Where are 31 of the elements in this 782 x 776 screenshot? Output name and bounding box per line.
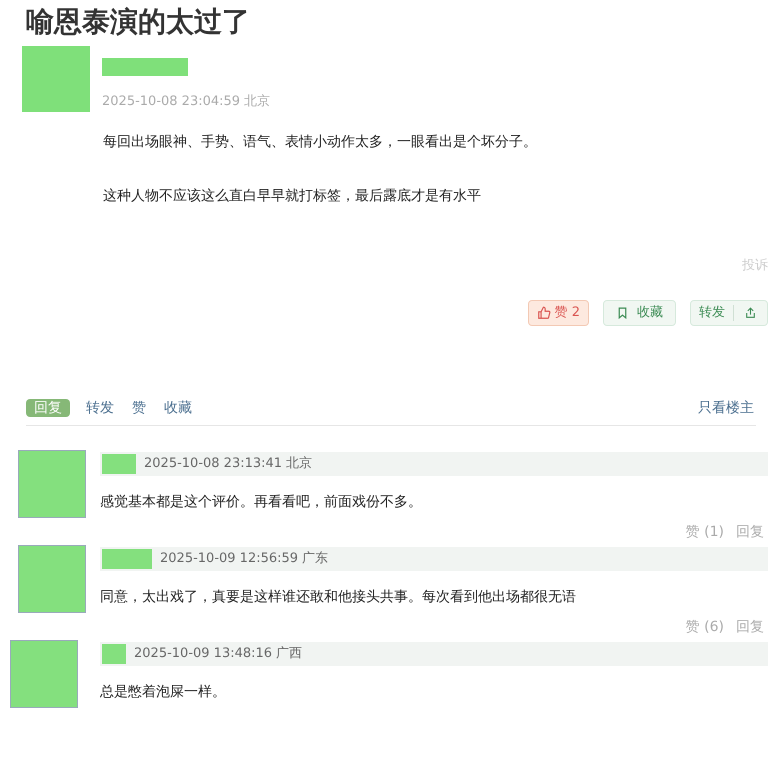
reply-meta: 2025-10-08 23:13:41 北京 xyxy=(144,454,312,473)
reply-meta: 2025-10-09 13:48:16 广西 xyxy=(134,644,302,663)
reply-meta: 2025-10-09 12:56:59 广东 xyxy=(160,550,328,568)
reply-link[interactable]: 回复 xyxy=(736,616,764,638)
tab[interactable]: 收藏 xyxy=(162,399,194,417)
avatar xyxy=(18,544,86,612)
like-button[interactable]: 赞 2 xyxy=(528,300,589,326)
post-meta: 2025-10-08 23:04:59 北京 xyxy=(102,93,270,111)
reply-text: 感觉基本都是这个评价。再看看吧，前面戏份不多。 xyxy=(100,492,423,512)
thumbs-up-icon xyxy=(536,306,551,320)
bookmark-icon xyxy=(616,306,629,320)
only-op-link[interactable]: 只看楼主 xyxy=(698,398,754,418)
post-paragraph: 每回出场眼神、手势、语气、表情小动作太多，一眼看出是个坏分子。 xyxy=(103,133,538,152)
reply-link[interactable]: 回复 xyxy=(736,522,764,542)
avatar xyxy=(18,450,86,518)
username xyxy=(102,644,126,664)
tab[interactable]: 转发 xyxy=(84,399,116,417)
like-link[interactable]: 赞 (1) xyxy=(686,522,724,542)
forward-button[interactable]: 转发 xyxy=(691,302,733,322)
reply-text: 同意，太出戏了，真要是这样谁还敢和他接头共事。每次看到他出场都很无语 xyxy=(100,588,577,606)
like-link[interactable]: 赞 (6) xyxy=(686,616,724,638)
avatar xyxy=(22,46,90,112)
reply-text: 总是憋着泡屎一样。 xyxy=(100,682,227,702)
username xyxy=(102,454,136,474)
username xyxy=(102,548,152,568)
tab[interactable]: 赞 xyxy=(130,399,148,417)
collect-button[interactable]: 收藏 xyxy=(603,300,676,326)
post-paragraph: 这种人物不应该这么直白早早就打标签，最后露底才是有水平 xyxy=(103,187,482,206)
avatar xyxy=(10,640,78,708)
post-title: 喻恩泰演的太过了 xyxy=(26,4,250,40)
tab[interactable]: 回复 xyxy=(26,399,70,417)
